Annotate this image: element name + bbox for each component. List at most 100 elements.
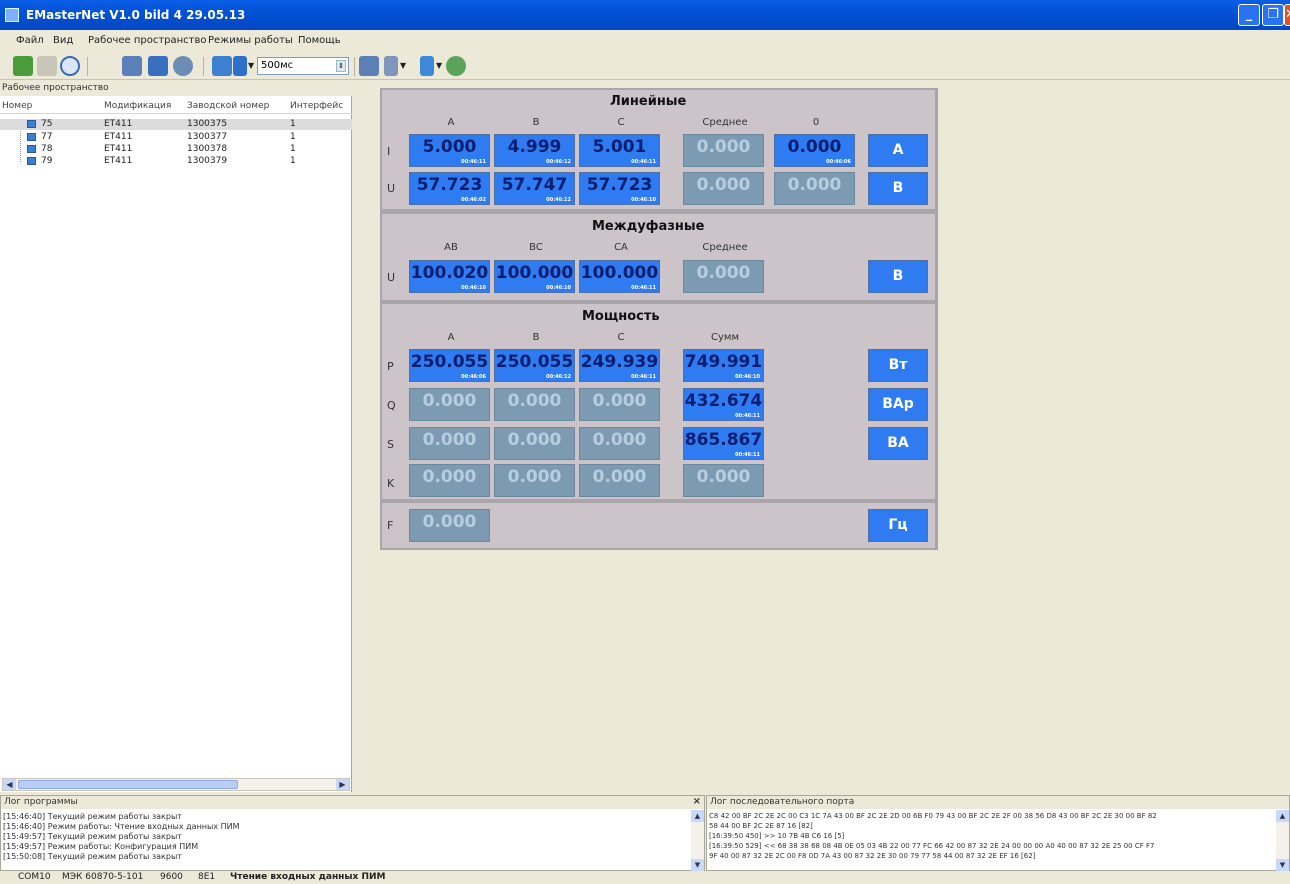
export-icon[interactable] (420, 56, 434, 76)
value-cell: 100.000 00:46:10 (494, 260, 575, 293)
title-bar: EMasterNet V1.0 bild 4 29.05.13 _ ❐ ✕ (0, 0, 1290, 30)
value-cell: 0.000 (774, 172, 855, 205)
device-icon (27, 120, 36, 128)
value-cell: 0.000 (579, 427, 660, 460)
export-dropdown-icon[interactable]: ▼ (436, 61, 442, 70)
value-cell: 0.000 (409, 464, 490, 497)
horizontal-scrollbar[interactable]: ◀ ▶ (2, 778, 350, 791)
device-icon[interactable] (122, 56, 142, 76)
config-icon[interactable] (212, 56, 232, 76)
row-label: Q (387, 399, 396, 412)
device-row[interactable]: 77 ET411 1300377 1 (0, 132, 352, 143)
log-line: 9F 40 00 87 32 2E 2C 00 F8 0D 7A 43 00 8… (709, 852, 1036, 860)
monitor-icon[interactable] (148, 56, 168, 76)
device-icon (27, 157, 36, 165)
value-cell: 249.939 00:46:11 (579, 349, 660, 382)
unit-button[interactable]: В (868, 260, 928, 293)
menu-view[interactable]: Вид (53, 35, 73, 46)
refresh-icon[interactable] (446, 56, 466, 76)
unit-button[interactable]: A (868, 134, 928, 167)
col-serial[interactable]: Заводской номер (187, 101, 269, 111)
unit-button[interactable]: В (868, 172, 928, 205)
frequency-section: F 0.000 Гц (382, 503, 935, 548)
scroll-up-icon[interactable]: ▲ (691, 810, 704, 822)
interphase-title: Междуфазные (592, 219, 705, 234)
status-port: COM10 (18, 872, 51, 882)
status-protocol: МЭК 60870-5-101 (62, 872, 144, 882)
log-line: [15:46:40] Текущий режим работы закрыт (3, 812, 182, 821)
spinner-icon[interactable]: ⇕ (336, 60, 346, 72)
value-cell: 57.723 00:46:02 (409, 172, 490, 205)
write-dropdown-icon[interactable]: ▼ (400, 61, 406, 70)
minimize-button[interactable]: _ (1238, 4, 1260, 26)
value-cell: 0.000 (683, 464, 764, 497)
value-cell: 0.000 (683, 134, 764, 167)
measurement-panel: Линейные A B C Среднее 0 I 5.000 00:46:11… (380, 88, 938, 550)
scroll-down-icon[interactable]: ▼ (1276, 859, 1289, 871)
col-modification[interactable]: Модификация (104, 101, 171, 111)
col-header: Среднее (702, 117, 748, 128)
program-log-title: Лог программы (1, 796, 704, 809)
value-cell: 4.999 00:46:12 (494, 134, 575, 167)
value-cell: 0.000 00:46:06 (774, 134, 855, 167)
value-cell: 0.000 (494, 388, 575, 421)
search-icon[interactable] (60, 56, 80, 76)
device-row[interactable]: 79 ET411 1300379 1 (0, 156, 352, 167)
row-label: U (387, 182, 396, 195)
read-icon[interactable] (359, 56, 379, 76)
write-icon[interactable] (384, 56, 398, 76)
scroll-up-icon[interactable]: ▲ (1276, 810, 1289, 822)
col-number[interactable]: Номер (2, 101, 32, 111)
vertical-scrollbar[interactable]: ▲ ▼ (691, 810, 704, 871)
scroll-right-icon[interactable]: ▶ (336, 779, 349, 790)
close-icon[interactable]: × (693, 796, 701, 807)
status-format: 8E1 (198, 872, 216, 882)
menu-bar: Файл Вид Рабочее пространство Режимы раб… (0, 32, 1290, 50)
disconnect-icon[interactable] (37, 56, 57, 76)
col-interface[interactable]: Интерфейс (290, 101, 343, 111)
unit-button[interactable]: Вт (868, 349, 928, 382)
device-row[interactable]: 78 ET411 1300378 1 (0, 144, 352, 155)
program-log-panel: Лог программы × [15:46:40] Текущий режим… (0, 795, 705, 871)
scroll-down-icon[interactable]: ▼ (691, 859, 704, 871)
col-header: Сумм (711, 332, 739, 343)
app-icon (5, 8, 19, 22)
row-label: F (387, 519, 394, 532)
interphase-section: Междуфазные AB BC CA Среднее U 100.020 00… (382, 214, 935, 300)
clock-icon[interactable] (173, 56, 193, 76)
unit-button[interactable]: ВА (868, 427, 928, 460)
col-header: A (447, 332, 455, 343)
menu-file[interactable]: Файл (16, 35, 44, 46)
status-baud: 9600 (160, 872, 183, 882)
maximize-button[interactable]: ❐ (1262, 4, 1284, 26)
menu-workspace[interactable]: Рабочее пространство (88, 35, 207, 46)
value-cell: 250.055 00:46:06 (409, 349, 490, 382)
unit-button[interactable]: ВАр (868, 388, 928, 421)
row-label: I (387, 145, 391, 158)
scroll-left-icon[interactable]: ◀ (3, 779, 16, 790)
value-cell: 0.000 (683, 172, 764, 205)
scroll-thumb[interactable] (18, 780, 238, 789)
status-mode: Чтение входных данных ПИМ (230, 872, 386, 882)
unit-button[interactable]: Гц (868, 509, 928, 542)
menu-modes[interactable]: Режимы работы (208, 35, 293, 46)
close-button[interactable]: ✕ (1284, 4, 1290, 26)
connect-icon[interactable] (13, 56, 33, 76)
log-line: [15:49:57] Режим работы: Конфигурация ПИ… (3, 842, 199, 851)
power-section: Мощность A B C Сумм P 250.055 00:46:06 25… (382, 304, 935, 499)
col-header: B (532, 117, 540, 128)
value-cell: 100.000 00:46:11 (579, 260, 660, 293)
col-header: B (532, 332, 540, 343)
power-title: Мощность (582, 309, 660, 324)
value-cell: 0.000 (494, 427, 575, 460)
menu-help[interactable]: Помощь (298, 35, 341, 46)
log-line: [15:46:40] Режим работы: Чтение входных … (3, 822, 240, 831)
mode-dropdown-icon[interactable]: ▼ (248, 61, 254, 70)
vertical-scrollbar[interactable]: ▲ ▼ (1276, 810, 1289, 871)
device-row[interactable]: 75 ET411 1300375 1 (0, 119, 352, 130)
mode-icon[interactable] (233, 56, 247, 76)
interval-select[interactable]: 500мс ⇕ (257, 57, 349, 75)
log-line: [16:39:50 450] >> 10 7B 4B C6 16 [5] (709, 832, 845, 840)
device-icon (27, 145, 36, 153)
value-cell: 0.000 (579, 388, 660, 421)
